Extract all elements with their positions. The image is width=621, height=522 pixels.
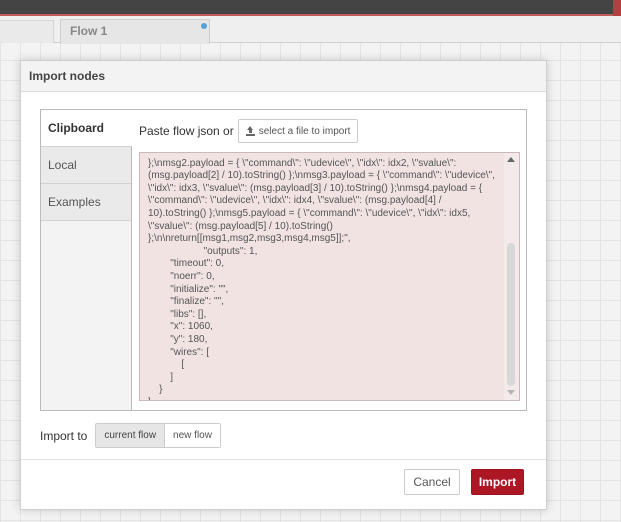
select-file-label: select a file to import: [258, 125, 351, 137]
workspace-side-tab[interactable]: [0, 20, 54, 43]
cancel-button[interactable]: Cancel: [404, 469, 460, 495]
paste-row: Paste flow json or select a file to impo…: [139, 119, 359, 143]
tab-flow-1[interactable]: Flow 1: [60, 19, 210, 44]
app-header-bar: [0, 0, 621, 16]
import-button[interactable]: Import: [471, 469, 524, 495]
paste-label: Paste flow json or: [139, 124, 234, 138]
select-file-button[interactable]: select a file to import: [237, 119, 359, 143]
editor-scrollbar[interactable]: [504, 153, 519, 400]
tab-examples[interactable]: Examples: [41, 184, 131, 221]
flow-json-text: };\nmsg2.payload = { \"command\": \"udev…: [148, 157, 495, 400]
flow-json-editor[interactable]: };\nmsg2.payload = { \"command\": \"udev…: [139, 152, 520, 401]
import-nodes-dialog: Import nodes Clipboard Local Examples Pa…: [20, 60, 547, 510]
workspace-tab-bar: Flow 1: [0, 16, 621, 44]
import-target-toggle: current flow new flow: [95, 423, 221, 448]
current-flow-button[interactable]: current flow: [96, 424, 166, 447]
scroll-up-icon[interactable]: [507, 157, 515, 162]
upload-icon: [245, 126, 255, 136]
import-to-row: Import to current flow new flow: [40, 423, 221, 448]
dialog-footer: Cancel Import: [21, 459, 546, 509]
scroll-down-icon[interactable]: [507, 390, 515, 395]
import-source-tabs: Clipboard Local Examples: [41, 110, 132, 410]
tab-clipboard[interactable]: Clipboard: [41, 110, 132, 147]
flow-tab-label: Flow 1: [70, 24, 108, 38]
import-to-label: Import to: [40, 428, 88, 443]
clipboard-pane: Paste flow json or select a file to impo…: [139, 110, 524, 410]
dialog-title: Import nodes: [21, 61, 546, 92]
import-panel: Clipboard Local Examples Paste flow json…: [40, 109, 527, 411]
tab-local[interactable]: Local: [41, 147, 131, 184]
header-scroll-marker: [613, 0, 621, 16]
changed-indicator-icon: [201, 23, 207, 29]
scroll-thumb[interactable]: [507, 243, 515, 386]
new-flow-button[interactable]: new flow: [165, 424, 220, 447]
